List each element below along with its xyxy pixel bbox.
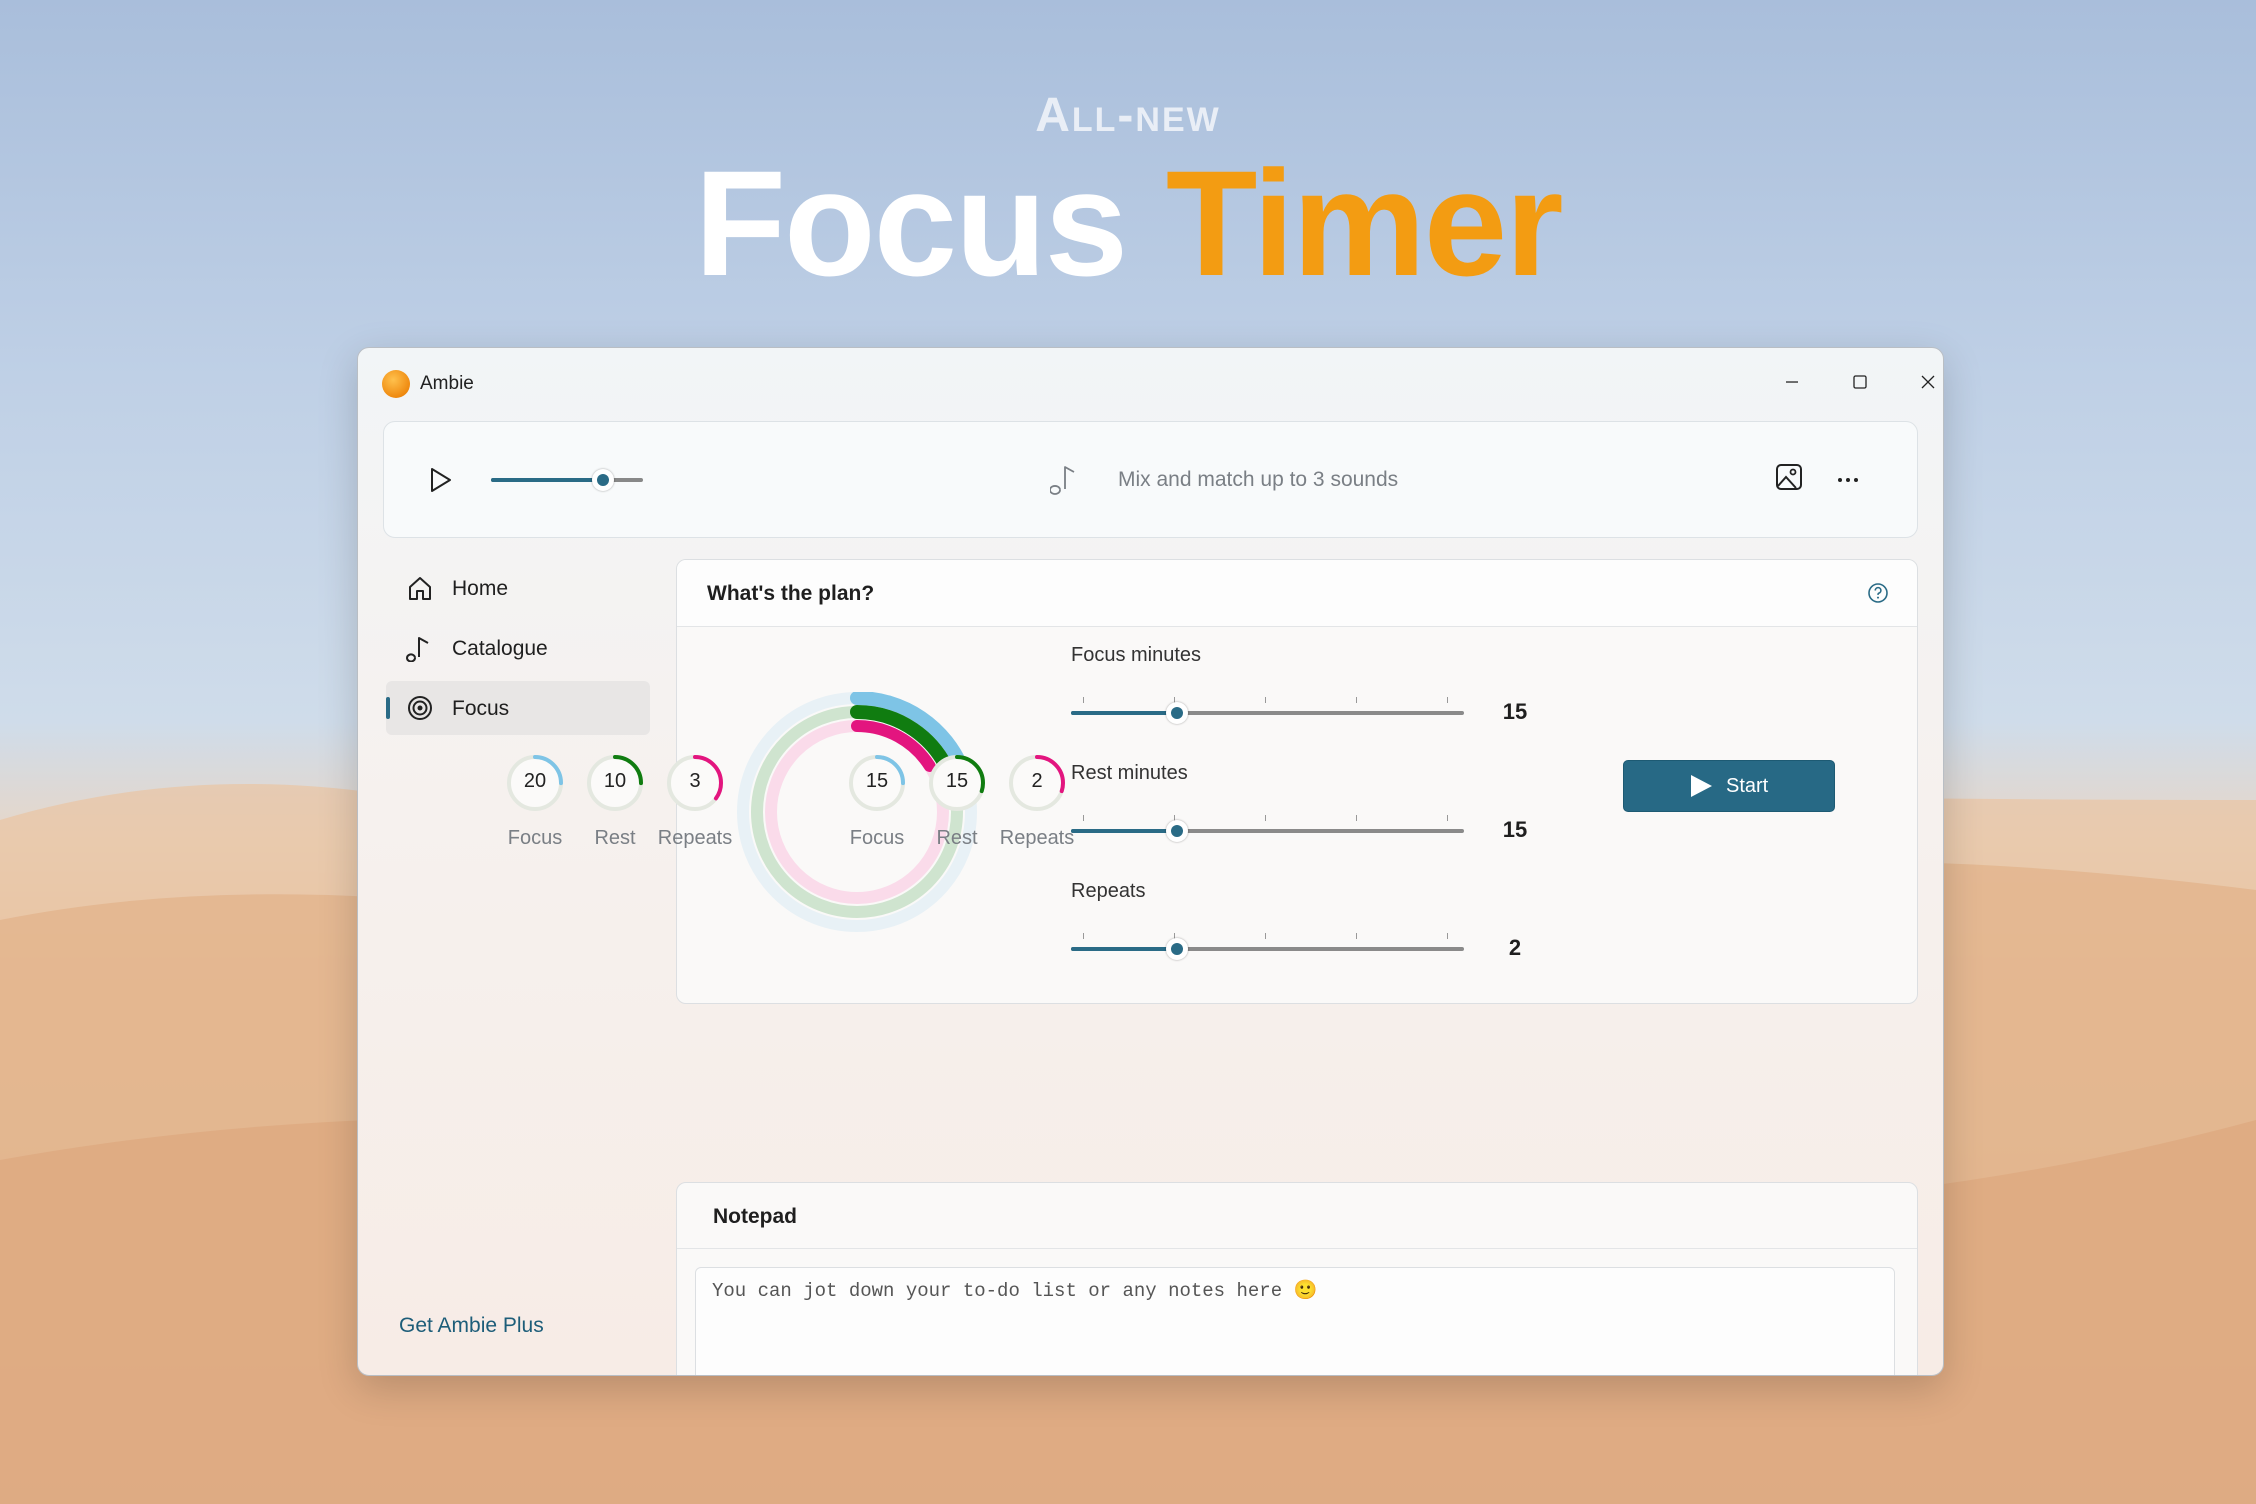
preset-value: 10 [603, 770, 627, 792]
rest-minutes-slider[interactable] [1071, 815, 1464, 842]
notepad-placeholder: You can jot down your to-do list or any … [712, 1280, 1318, 1302]
focus-minutes-value: 15 [1502, 699, 1528, 724]
preset-stat[interactable]: 15 Focus [832, 753, 922, 850]
volume-slider[interactable] [491, 469, 643, 491]
plan-title: What's the plan? [707, 582, 875, 605]
play-icon [431, 468, 451, 492]
music-note-icon [1049, 462, 1078, 501]
slider-thumb[interactable] [1166, 702, 1189, 724]
close-icon [1921, 375, 1935, 389]
slider-tick [1265, 697, 1266, 703]
preset-value: 3 [689, 770, 701, 792]
slider-thumb[interactable] [1166, 820, 1189, 842]
slider-fill [1071, 829, 1178, 833]
background-image-button[interactable] [1774, 462, 1804, 497]
music-note-icon [406, 637, 429, 662]
slider-tick [1265, 933, 1266, 939]
preset-label: Rest [594, 827, 636, 849]
preset-stat[interactable]: 20 Focus [490, 753, 580, 850]
slider-thumb[interactable] [1166, 938, 1189, 960]
volume-slider-thumb[interactable] [592, 469, 615, 491]
active-indicator [386, 697, 390, 719]
play-icon [1691, 775, 1712, 797]
slider-tick [1447, 697, 1448, 703]
slider-tick [1447, 933, 1448, 939]
rest-minutes-value: 15 [1502, 817, 1528, 842]
nav-item-label: Home [452, 577, 509, 600]
preset-value: 2 [1031, 770, 1043, 792]
preset-stat[interactable]: 10 Rest [570, 753, 660, 850]
player-bar: Mix and match up to 3 sounds [383, 421, 1918, 538]
home-icon [409, 577, 431, 600]
image-icon [1776, 464, 1802, 490]
target-icon [408, 696, 432, 720]
app-title: Ambie [420, 373, 474, 394]
notepad-input[interactable]: You can jot down your to-do list or any … [695, 1267, 1895, 1375]
preset-stat[interactable]: 3 Repeats [650, 753, 740, 850]
focus-minutes-slider[interactable] [1071, 697, 1464, 724]
preset-label: Focus [507, 827, 563, 849]
get-ambie-plus-link[interactable]: Get Ambie Plus [399, 1314, 544, 1338]
preset-value: 20 [523, 770, 547, 792]
preset-label: Rest [936, 827, 978, 849]
title-bar[interactable]: Ambie [358, 348, 1943, 404]
slider-tick [1083, 815, 1084, 821]
hero-title-focus: Focus [694, 139, 1128, 307]
preset-label: Repeats [999, 827, 1075, 849]
hero-kicker: All-new [1035, 89, 1221, 142]
focus-minutes-label: Focus minutes [1071, 644, 1202, 666]
nav-item-focus[interactable]: Focus [386, 681, 650, 735]
more-options-button[interactable] [1824, 462, 1872, 498]
more-icon [1838, 478, 1858, 482]
slider-tick [1356, 697, 1357, 703]
notepad-title: Notepad [713, 1205, 797, 1228]
slider-tick [1447, 815, 1448, 821]
preset-stat[interactable]: 15 Rest [912, 753, 1002, 850]
slider-tick [1083, 933, 1084, 939]
start-button-label: Start [1726, 775, 1769, 797]
preset-value: 15 [865, 770, 889, 792]
slider-fill [1071, 711, 1178, 715]
divider [677, 1248, 1917, 1249]
plan-card-header: What's the plan? [677, 560, 1917, 627]
nav-item-label: Catalogue [452, 637, 548, 660]
help-icon[interactable] [1867, 582, 1889, 604]
repeats-label: Repeats [1071, 880, 1146, 902]
nav-item-label: Focus [452, 697, 510, 720]
minimize-icon [1786, 381, 1798, 383]
slider-tick [1356, 933, 1357, 939]
maximize-button[interactable] [1836, 362, 1884, 402]
repeats-slider[interactable] [1071, 933, 1464, 960]
close-button[interactable] [1904, 362, 1943, 402]
preset-label: Focus [849, 827, 905, 849]
preset-label: Repeats [657, 827, 733, 849]
app-window: Ambie Mix and match up to 3 sounds Home … [357, 347, 1944, 1376]
volume-slider-fill [491, 478, 604, 482]
slider-tick [1083, 697, 1084, 703]
maximize-icon [1853, 375, 1867, 389]
nav-item-home[interactable]: Home [386, 561, 650, 615]
hero-title-timer: Timer [1165, 139, 1564, 307]
play-button[interactable] [420, 460, 460, 500]
notepad-card: Notepad You can jot down your to-do list… [676, 1182, 1918, 1375]
minimize-button[interactable] [1768, 362, 1816, 402]
slider-fill [1071, 947, 1178, 951]
slider-tick [1265, 815, 1266, 821]
app-logo [382, 370, 410, 398]
slider-tick [1356, 815, 1357, 821]
repeats-value: 2 [1508, 935, 1522, 960]
start-button[interactable]: Start [1623, 760, 1835, 812]
preset-stat[interactable]: 2 Repeats [992, 753, 1082, 850]
preset-value: 15 [945, 770, 969, 792]
rest-minutes-label: Rest minutes [1071, 762, 1188, 784]
nav-item-catalogue[interactable]: Catalogue [386, 621, 650, 675]
mix-prompt-text: Mix and match up to 3 sounds [1118, 468, 1399, 491]
hero-title: Focus Timer [0, 148, 2256, 298]
